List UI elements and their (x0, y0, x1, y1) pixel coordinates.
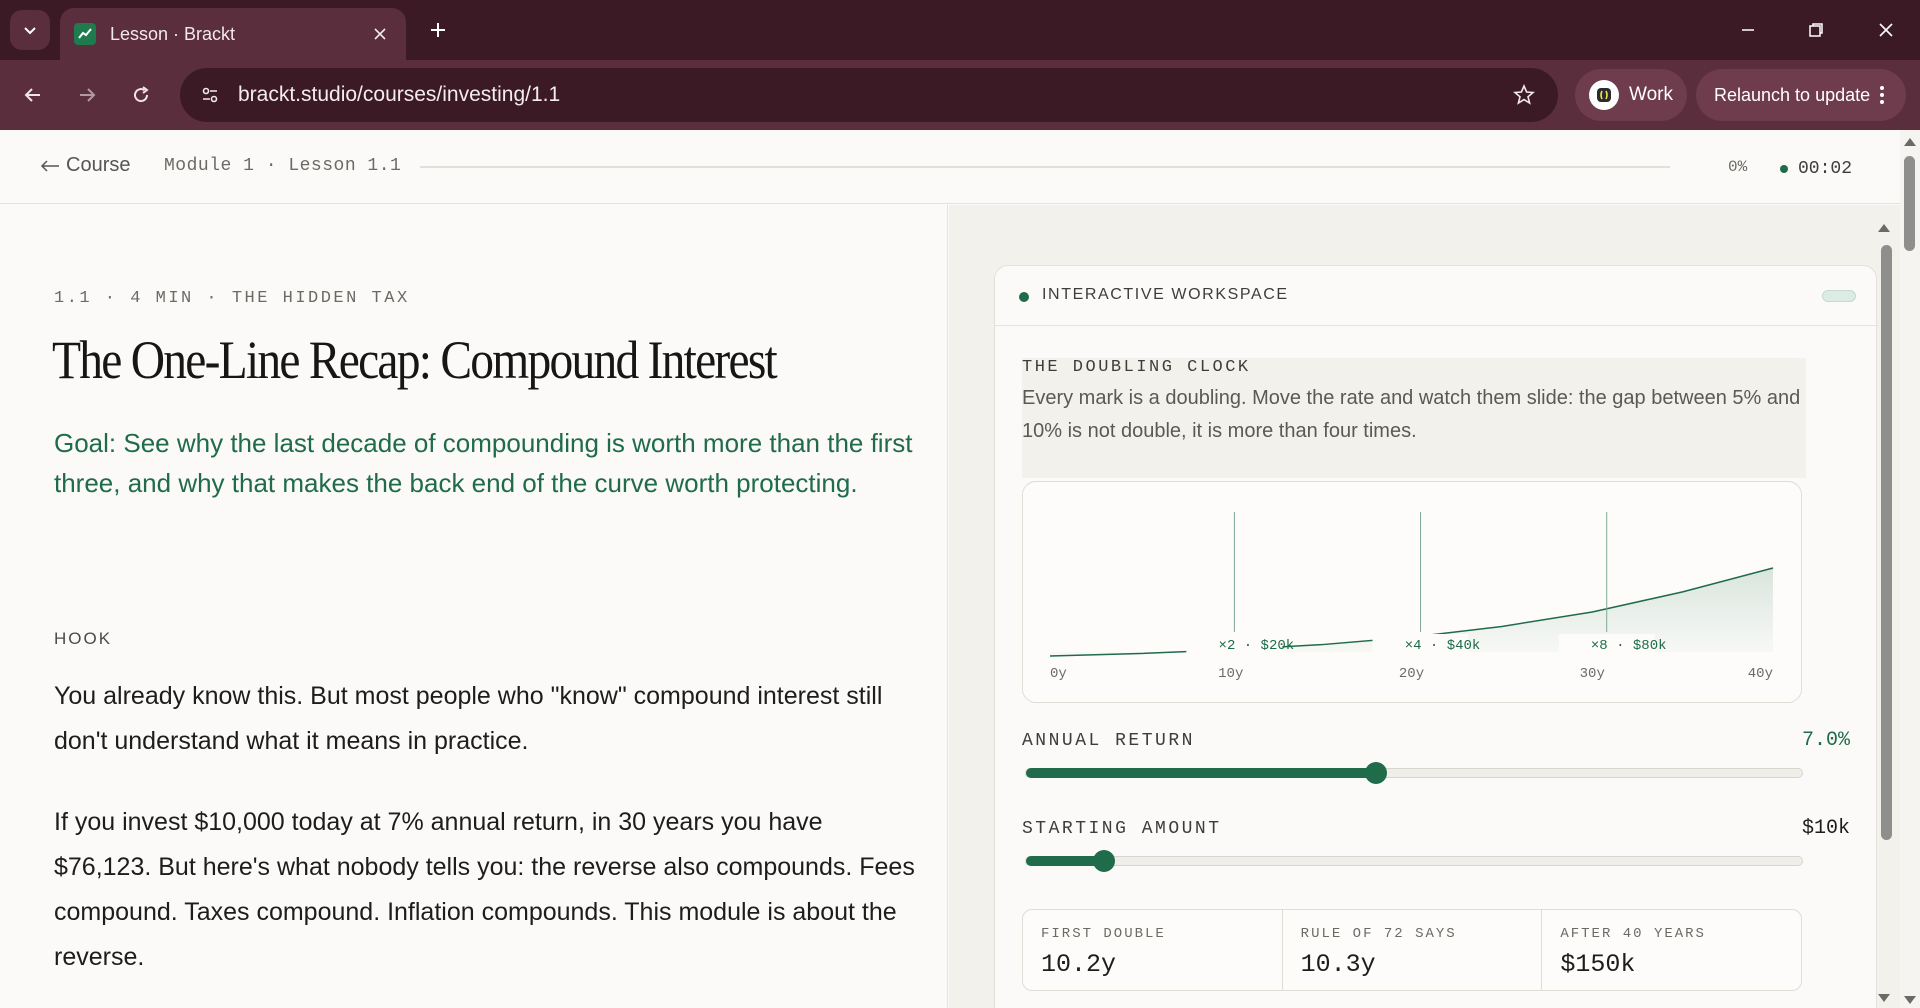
doubling-marker-label: ×8 · $80k (1591, 638, 1667, 654)
bookmark-star-icon[interactable] (1504, 75, 1544, 115)
workspace-scroll-thumb[interactable] (1881, 245, 1892, 840)
lesson-progress-bar (420, 166, 1670, 168)
workspace-panel: INTERACTIVE WORKSPACE THE DOUBLING CLOCK… (949, 205, 1900, 1008)
stat-value: 10.2y (1041, 950, 1117, 979)
interactive-workspace: INTERACTIVE WORKSPACE THE DOUBLING CLOCK… (994, 265, 1878, 1008)
timer-status-dot (1780, 165, 1788, 173)
stat-value: 10.3y (1300, 950, 1376, 979)
annual-return-slider-thumb[interactable] (1365, 762, 1388, 784)
hook-paragraph-2: If you invest $10,000 today at 7% annual… (54, 808, 915, 971)
stat-value: $150k (1560, 950, 1636, 979)
lesson-eyebrow: 1.1 · 4 MIN · THE HIDDEN TAX (54, 289, 410, 308)
annual-return-slider-fill (1026, 768, 1377, 778)
workspace-toggle[interactable] (1822, 290, 1856, 302)
address-bar[interactable]: brackt.studio/courses/investing/1.1 (180, 68, 1558, 122)
browser-tab-strip: Lesson · Brackt (0, 0, 1920, 60)
timer-value: 00:02 (1798, 159, 1853, 179)
workspace-title: INTERACTIVE WORKSPACE (1042, 286, 1289, 303)
close-icon (1879, 23, 1893, 37)
restore-icon (1809, 23, 1823, 37)
new-tab-button[interactable] (422, 14, 454, 46)
annual-return-label: ANNUAL RETURN (1022, 731, 1195, 751)
stat-first-double: FIRST DOUBLE 10.2y (1023, 910, 1283, 990)
doubling-clock-description: Every mark is a doubling. Move the rate … (1022, 387, 1801, 442)
doubling-chart-svg: ×2 · $20k ×4 · $40k ×8 · $80k 0y 10y 20y 30y 40… (1049, 512, 1774, 682)
doubling-clock-title: THE DOUBLING CLOCK (1022, 358, 1251, 377)
stat-label: RULE OF 72 SAYS (1300, 926, 1457, 942)
stats-summary: FIRST DOUBLE 10.2y RULE OF 72 SAYS 10.3y… (1022, 909, 1802, 991)
progress-percent: 0% (1728, 158, 1748, 176)
minimize-button[interactable] (1724, 10, 1772, 50)
starting-amount-slider-thumb[interactable] (1092, 850, 1115, 872)
stat-rule-of-72: RULE OF 72 SAYS 10.3y (1283, 910, 1543, 990)
tab-title: Lesson · Brackt (110, 23, 236, 44)
site-settings-icon[interactable] (190, 75, 230, 115)
relaunch-button[interactable]: Relaunch to update (1696, 69, 1906, 121)
hook-paragraph-1: You already know this. But most people w… (54, 682, 883, 755)
hook-label: HOOK (54, 629, 113, 648)
plus-icon (431, 23, 445, 37)
lesson-title: The One-Line Recap: Compound Interest (52, 330, 778, 390)
back-button[interactable] (14, 76, 52, 114)
stat-after-40-years: AFTER 40 YEARS $150k (1542, 910, 1801, 990)
forward-button[interactable] (68, 76, 106, 114)
close-icon (374, 28, 386, 40)
tab-search-button[interactable] (10, 10, 50, 50)
lesson-goal: Goal: See why the last decade of compoun… (54, 428, 913, 498)
restore-button[interactable] (1792, 10, 1840, 50)
workspace-scrollbar[interactable] (1874, 220, 1900, 1008)
scroll-up-icon[interactable] (1904, 138, 1916, 146)
relaunch-label: Relaunch to update (1714, 84, 1871, 105)
workspace-status-dot (1019, 292, 1029, 302)
close-window-button[interactable] (1862, 10, 1910, 50)
lesson-timer: 00:02 (1780, 159, 1852, 179)
scroll-up-icon[interactable] (1878, 224, 1890, 232)
page-scrollbar[interactable] (1900, 130, 1920, 1008)
arrow-left-icon (24, 88, 40, 102)
lesson-content: 1.1 · 4 MIN · THE HIDDEN TAX The One-Lin… (0, 205, 948, 1008)
profile-label: Work (1629, 84, 1673, 105)
stat-label: FIRST DOUBLE (1041, 926, 1166, 942)
x-tick-label: 0y (1050, 666, 1067, 682)
doubling-clock-intro: THE DOUBLING CLOCK Every mark is a doubl… (1022, 358, 1806, 478)
x-tick-label: 20y (1399, 666, 1424, 682)
trend-up-icon (74, 23, 96, 45)
browser-tab-active[interactable]: Lesson · Brackt (60, 8, 406, 60)
doubling-marker-label: ×2 · $20k (1219, 638, 1295, 654)
starting-amount-label: STARTING AMOUNT (1022, 819, 1222, 839)
breadcrumb: Module 1 · Lesson 1.1 (164, 156, 402, 176)
url-text[interactable]: brackt.studio/courses/investing/1.1 (238, 83, 1504, 107)
x-tick-label: 10y (1218, 666, 1243, 682)
stat-label: AFTER 40 YEARS (1560, 926, 1706, 942)
more-vert-icon[interactable] (1870, 83, 1894, 107)
reload-button[interactable] (122, 76, 160, 114)
close-tab-button[interactable] (368, 22, 392, 46)
lesson-header: Course Module 1 · Lesson 1.1 0% 00:02 (0, 130, 1900, 204)
browser-toolbar: brackt.studio/courses/investing/1.1 Work… (0, 60, 1920, 130)
profile-button[interactable]: Work (1575, 69, 1687, 121)
annual-return-value: 7.0% (1801, 729, 1850, 752)
x-tick-label: 30y (1580, 666, 1605, 682)
x-tick-label: 40y (1748, 666, 1773, 682)
doubling-chart: ×2 · $20k ×4 · $40k ×8 · $80k 0y 10y 20y 30y 40… (1022, 481, 1802, 703)
annual-return-slider[interactable] (1025, 762, 1803, 784)
arrow-left-icon (40, 159, 59, 172)
doubling-marker-label: ×4 · $40k (1405, 638, 1481, 654)
starting-amount-slider[interactable] (1025, 850, 1803, 872)
scroll-down-icon[interactable] (1878, 994, 1890, 1002)
reload-icon (134, 86, 149, 103)
back-label: Course (66, 154, 131, 176)
scroll-down-icon[interactable] (1904, 996, 1916, 1004)
profile-avatar-icon (1589, 80, 1619, 110)
workspace-header: INTERACTIVE WORKSPACE (995, 266, 1878, 326)
arrow-right-icon (80, 88, 96, 102)
starting-amount-value: $10k (1801, 817, 1850, 840)
minimize-icon (1742, 29, 1754, 31)
chevron-down-icon (24, 27, 36, 35)
page-scroll-thumb[interactable] (1904, 156, 1915, 251)
back-to-course-link[interactable]: Course (40, 154, 130, 177)
